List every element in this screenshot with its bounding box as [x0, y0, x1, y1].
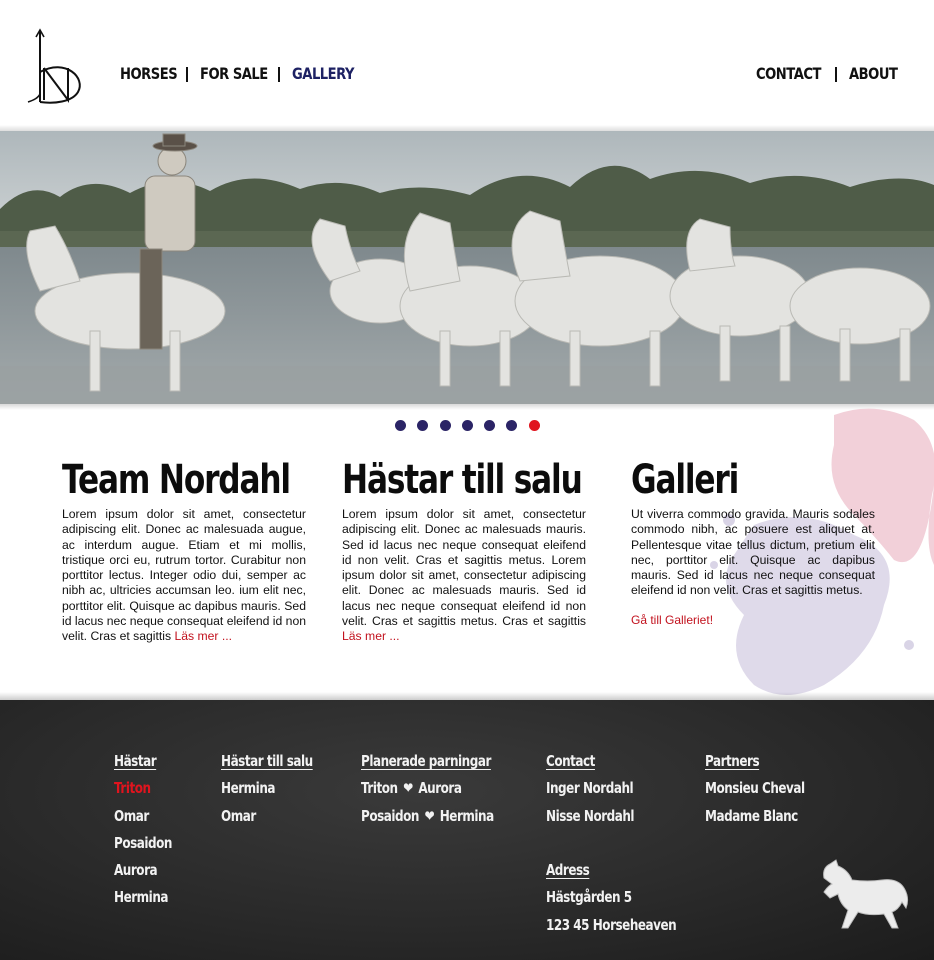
- mating-horse-b: Aurora: [418, 779, 462, 798]
- footer-sale-link[interactable]: Omar: [221, 805, 313, 832]
- slider-dot[interactable]: [484, 420, 496, 431]
- nav-for-sale[interactable]: FOR SALE: [200, 64, 268, 83]
- footer-contact-person[interactable]: Nisse Nordahl: [546, 805, 635, 832]
- slider-dots: [395, 420, 551, 431]
- for-sale-text: Lorem ipsum dolor sit amet, consectetur …: [342, 507, 586, 645]
- running-horse-icon: [823, 859, 909, 929]
- slider-dot[interactable]: [461, 420, 473, 431]
- nav-gallery[interactable]: GALLERY: [292, 64, 355, 83]
- footer-partners-heading[interactable]: Partners: [705, 750, 805, 777]
- slider-dot[interactable]: [439, 420, 451, 431]
- footer-horse-link[interactable]: Hermina: [114, 886, 172, 913]
- gallery-heading: Galleri: [631, 457, 739, 503]
- for-sale-heading: Hästar till salu: [342, 457, 583, 503]
- gallery-link[interactable]: Gå till Galleriet!: [631, 613, 875, 627]
- team-heading: Team Nordahl: [62, 457, 291, 503]
- mating-horse-a: Posaidon: [361, 806, 419, 825]
- for-sale-column: Hästar till salu Lorem ipsum dolor sit a…: [342, 455, 586, 645]
- footer-partner-link[interactable]: Monsieu Cheval: [705, 777, 805, 804]
- footer-horses-heading[interactable]: Hästar: [114, 750, 172, 777]
- main-nav: HORSES FOR SALE GALLERY: [120, 64, 364, 84]
- mating-pair-link[interactable]: Posaidon ❤ Hermina: [361, 805, 494, 832]
- footer-address-heading[interactable]: Adress: [546, 859, 676, 886]
- footer-contact-person[interactable]: Inger Nordahl: [546, 777, 634, 804]
- footer-address: Adress Hästgården 5 123 45 Horseheaven: [546, 859, 709, 941]
- slider-dot[interactable]: [528, 420, 540, 431]
- site-header: HORSES FOR SALE GALLERY CONTACT ABOUT: [0, 0, 934, 130]
- footer-partner-link[interactable]: Madame Blanc: [705, 805, 805, 832]
- mating-pair-link[interactable]: Triton ❤ Aurora: [361, 777, 494, 804]
- nav-divider: [185, 66, 188, 82]
- mating-horse-a: Triton: [361, 779, 398, 798]
- nav-divider: [834, 66, 837, 82]
- footer-horse-link[interactable]: Aurora: [114, 859, 172, 886]
- address-line: Hästgården 5: [546, 888, 632, 907]
- team-text: Lorem ipsum dolor sit amet, consectetur …: [62, 507, 306, 645]
- gallery-text: Ut viverra commodo gravida. Mauris sodal…: [631, 507, 875, 598]
- hero-slider-image[interactable]: [0, 131, 934, 404]
- mating-horse-b: Hermina: [439, 806, 494, 825]
- site-footer: Hästar Triton Omar Posaidon Aurora Hermi…: [0, 700, 934, 960]
- footer-partners: Partners Monsieu Cheval Madame Blanc: [705, 750, 830, 832]
- horses-in-water-image: [0, 131, 934, 404]
- heart-icon: ❤: [424, 806, 435, 825]
- nav-contact[interactable]: CONTACT: [756, 64, 821, 83]
- footer-horse-link[interactable]: Posaidon: [114, 832, 172, 859]
- slider-dot[interactable]: [417, 420, 429, 431]
- footer-horse-link[interactable]: Triton: [114, 777, 172, 804]
- footer-horse-link[interactable]: Omar: [114, 805, 172, 832]
- nav-horses[interactable]: HORSES: [120, 64, 178, 83]
- for-sale-body: Lorem ipsum dolor sit amet, consectetur …: [342, 507, 586, 629]
- heart-icon: ❤: [403, 779, 413, 798]
- secondary-nav: CONTACT ABOUT: [756, 64, 908, 84]
- footer-for-sale: Hästar till salu Hermina Omar: [221, 750, 336, 832]
- team-column: Team Nordahl Lorem ipsum dolor sit amet,…: [62, 455, 306, 645]
- footer-matings: Planerade parningar Triton ❤ Aurora Posaid…: [361, 750, 527, 832]
- footer-contact-heading[interactable]: Contact: [546, 750, 634, 777]
- gallery-column: Galleri Ut viverra commodo gravida. Maur…: [631, 455, 875, 627]
- team-read-more-link[interactable]: Läs mer ...: [174, 629, 232, 643]
- nav-divider: [278, 66, 281, 82]
- footer-for-sale-heading[interactable]: Hästar till salu: [221, 750, 313, 777]
- slider-dot[interactable]: [506, 420, 518, 431]
- for-sale-read-more-link[interactable]: Läs mer ...: [342, 629, 400, 643]
- footer-matings-heading[interactable]: Planerade parningar: [361, 750, 494, 777]
- slider-dot[interactable]: [395, 420, 406, 431]
- footer-sale-link[interactable]: Hermina: [221, 777, 313, 804]
- nav-about[interactable]: ABOUT: [849, 64, 898, 83]
- address-line: 123 45 Horseheaven: [546, 915, 677, 934]
- team-body: Lorem ipsum dolor sit amet, consectetur …: [62, 507, 306, 644]
- nordahl-logo-icon[interactable]: [26, 28, 86, 110]
- footer-horses: Hästar Triton Omar Posaidon Aurora Hermi…: [114, 750, 186, 914]
- footer-contact: Contact Inger Nordahl Nisse Nordahl: [546, 750, 656, 832]
